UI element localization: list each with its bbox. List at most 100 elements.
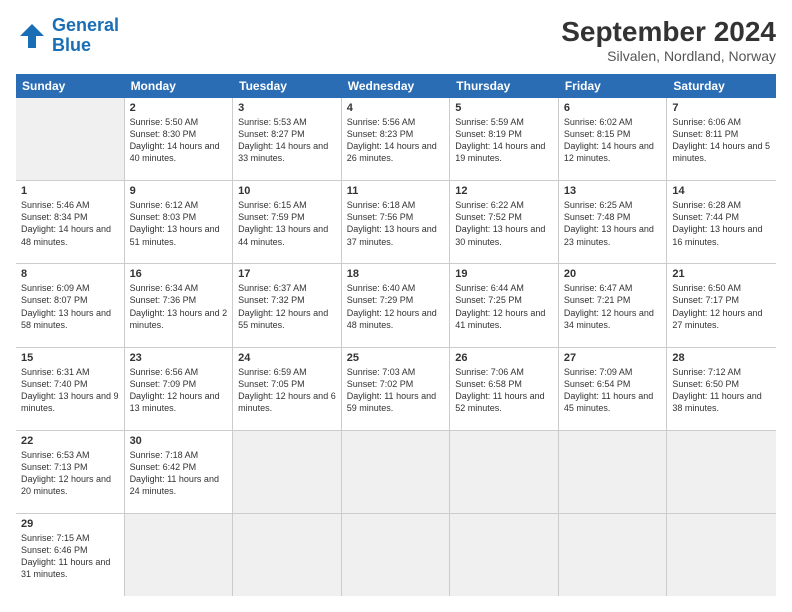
day-info: Sunrise: 6:44 AM Sunset: 7:25 PM Dayligh…: [455, 282, 553, 331]
day-number: 11: [347, 185, 445, 197]
day-info: Sunrise: 6:18 AM Sunset: 7:56 PM Dayligh…: [347, 199, 445, 248]
calendar-cell: 7 Sunrise: 6:06 AM Sunset: 8:11 PM Daylig…: [667, 98, 776, 180]
day-info: Sunrise: 6:40 AM Sunset: 7:29 PM Dayligh…: [347, 282, 445, 331]
header-wednesday: Wednesday: [342, 74, 451, 98]
day-number: 2: [130, 102, 228, 114]
day-number: 18: [347, 268, 445, 280]
day-number: 17: [238, 268, 336, 280]
calendar-body: 2Sunrise: 5:50 AM Sunset: 8:30 PM Daylig…: [16, 98, 776, 596]
calendar-cell: [450, 514, 559, 596]
title-block: September 2024 Silvalen, Nordland, Norwa…: [561, 16, 776, 64]
calendar-cell: 2Sunrise: 5:50 AM Sunset: 8:30 PM Daylig…: [125, 98, 234, 180]
calendar-cell: 18 Sunrise: 6:40 AM Sunset: 7:29 PM Dayli…: [342, 264, 451, 346]
header-friday: Friday: [559, 74, 668, 98]
day-number: 7: [672, 102, 771, 114]
day-info: Sunrise: 7:15 AM Sunset: 6:46 PM Dayligh…: [21, 532, 119, 581]
calendar-cell: 3 Sunrise: 5:53 AM Sunset: 8:27 PM Daylig…: [233, 98, 342, 180]
page: General Blue September 2024 Silvalen, No…: [0, 0, 792, 612]
header-monday: Monday: [125, 74, 234, 98]
calendar-cell: 9 Sunrise: 6:12 AM Sunset: 8:03 PM Daylig…: [125, 181, 234, 263]
calendar-cell: [125, 514, 234, 596]
calendar-cell: 10 Sunrise: 6:15 AM Sunset: 7:59 PM Dayli…: [233, 181, 342, 263]
calendar-cell: 23Sunrise: 6:56 AM Sunset: 7:09 PM Dayli…: [125, 348, 234, 430]
calendar-cell: [233, 431, 342, 513]
day-info: Sunrise: 6:06 AM Sunset: 8:11 PM Dayligh…: [672, 116, 771, 165]
calendar-cell: 12 Sunrise: 6:22 AM Sunset: 7:52 PM Dayli…: [450, 181, 559, 263]
day-info: Sunrise: 7:06 AM Sunset: 6:58 PM Dayligh…: [455, 366, 553, 415]
calendar-row: 15Sunrise: 6:31 AM Sunset: 7:40 PM Dayli…: [16, 348, 776, 431]
day-number: 4: [347, 102, 445, 114]
day-info: Sunrise: 5:59 AM Sunset: 8:19 PM Dayligh…: [455, 116, 553, 165]
logo-text: General Blue: [52, 16, 119, 56]
calendar-cell: 26 Sunrise: 7:06 AM Sunset: 6:58 PM Dayli…: [450, 348, 559, 430]
day-info: Sunrise: 6:28 AM Sunset: 7:44 PM Dayligh…: [672, 199, 771, 248]
calendar-row: 22 Sunrise: 6:53 AM Sunset: 7:13 PM Dayli…: [16, 431, 776, 514]
day-number: 29: [21, 518, 119, 530]
day-number: 24: [238, 352, 336, 364]
day-number: 9: [130, 185, 228, 197]
calendar-cell: 22 Sunrise: 6:53 AM Sunset: 7:13 PM Dayli…: [16, 431, 125, 513]
calendar-cell: 19Sunrise: 6:44 AM Sunset: 7:25 PM Dayli…: [450, 264, 559, 346]
day-number: 6: [564, 102, 662, 114]
day-info: Sunrise: 6:02 AM Sunset: 8:15 PM Dayligh…: [564, 116, 662, 165]
calendar-cell: 14Sunrise: 6:28 AM Sunset: 7:44 PM Dayli…: [667, 181, 776, 263]
calendar-cell: 15Sunrise: 6:31 AM Sunset: 7:40 PM Dayli…: [16, 348, 125, 430]
header-saturday: Saturday: [667, 74, 776, 98]
day-number: 26: [455, 352, 553, 364]
day-info: Sunrise: 6:31 AM Sunset: 7:40 PM Dayligh…: [21, 366, 119, 415]
calendar-cell: 6 Sunrise: 6:02 AM Sunset: 8:15 PM Daylig…: [559, 98, 668, 180]
day-number: 5: [455, 102, 553, 114]
logo-icon: [16, 20, 48, 52]
calendar-cell: [559, 514, 668, 596]
calendar-header: Sunday Monday Tuesday Wednesday Thursday…: [16, 74, 776, 98]
day-number: 13: [564, 185, 662, 197]
day-number: 27: [564, 352, 662, 364]
day-number: 12: [455, 185, 553, 197]
day-number: 8: [21, 268, 119, 280]
day-number: 20: [564, 268, 662, 280]
calendar-cell: [450, 431, 559, 513]
day-number: 28: [672, 352, 771, 364]
day-number: 3: [238, 102, 336, 114]
subtitle: Silvalen, Nordland, Norway: [561, 48, 776, 64]
calendar-cell: [559, 431, 668, 513]
day-info: Sunrise: 7:12 AM Sunset: 6:50 PM Dayligh…: [672, 366, 771, 415]
header-thursday: Thursday: [450, 74, 559, 98]
month-title: September 2024: [561, 16, 776, 48]
day-number: 25: [347, 352, 445, 364]
day-number: 10: [238, 185, 336, 197]
calendar-cell: 13Sunrise: 6:25 AM Sunset: 7:48 PM Dayli…: [559, 181, 668, 263]
day-number: 30: [130, 435, 228, 447]
day-info: Sunrise: 6:47 AM Sunset: 7:21 PM Dayligh…: [564, 282, 662, 331]
calendar-cell: 4Sunrise: 5:56 AM Sunset: 8:23 PM Daylig…: [342, 98, 451, 180]
calendar-cell: [342, 514, 451, 596]
header-sunday: Sunday: [16, 74, 125, 98]
day-info: Sunrise: 6:15 AM Sunset: 7:59 PM Dayligh…: [238, 199, 336, 248]
calendar-cell: 11 Sunrise: 6:18 AM Sunset: 7:56 PM Dayli…: [342, 181, 451, 263]
calendar-cell: 28 Sunrise: 7:12 AM Sunset: 6:50 PM Dayli…: [667, 348, 776, 430]
day-info: Sunrise: 6:22 AM Sunset: 7:52 PM Dayligh…: [455, 199, 553, 248]
day-info: Sunrise: 6:12 AM Sunset: 8:03 PM Dayligh…: [130, 199, 228, 248]
calendar-cell: 21 Sunrise: 6:50 AM Sunset: 7:17 PM Dayli…: [667, 264, 776, 346]
calendar-cell: 30Sunrise: 7:18 AM Sunset: 6:42 PM Dayli…: [125, 431, 234, 513]
calendar-cell: 29 Sunrise: 7:15 AM Sunset: 6:46 PM Dayli…: [16, 514, 125, 596]
calendar-cell: 1Sunrise: 5:46 AM Sunset: 8:34 PM Daylig…: [16, 181, 125, 263]
day-info: Sunrise: 6:59 AM Sunset: 7:05 PM Dayligh…: [238, 366, 336, 415]
day-info: Sunrise: 6:53 AM Sunset: 7:13 PM Dayligh…: [21, 449, 119, 498]
day-info: Sunrise: 7:09 AM Sunset: 6:54 PM Dayligh…: [564, 366, 662, 415]
day-number: 22: [21, 435, 119, 447]
calendar-cell: 16Sunrise: 6:34 AM Sunset: 7:36 PM Dayli…: [125, 264, 234, 346]
header-tuesday: Tuesday: [233, 74, 342, 98]
calendar-cell: 17Sunrise: 6:37 AM Sunset: 7:32 PM Dayli…: [233, 264, 342, 346]
calendar-cell: 25 Sunrise: 7:03 AM Sunset: 7:02 PM Dayli…: [342, 348, 451, 430]
calendar-cell: [667, 431, 776, 513]
day-info: Sunrise: 5:53 AM Sunset: 8:27 PM Dayligh…: [238, 116, 336, 165]
day-info: Sunrise: 6:50 AM Sunset: 7:17 PM Dayligh…: [672, 282, 771, 331]
day-number: 21: [672, 268, 771, 280]
calendar-row: 2Sunrise: 5:50 AM Sunset: 8:30 PM Daylig…: [16, 98, 776, 181]
calendar-cell: [667, 514, 776, 596]
day-info: Sunrise: 7:03 AM Sunset: 7:02 PM Dayligh…: [347, 366, 445, 415]
day-number: 23: [130, 352, 228, 364]
header: General Blue September 2024 Silvalen, No…: [16, 16, 776, 64]
calendar: Sunday Monday Tuesday Wednesday Thursday…: [16, 74, 776, 596]
